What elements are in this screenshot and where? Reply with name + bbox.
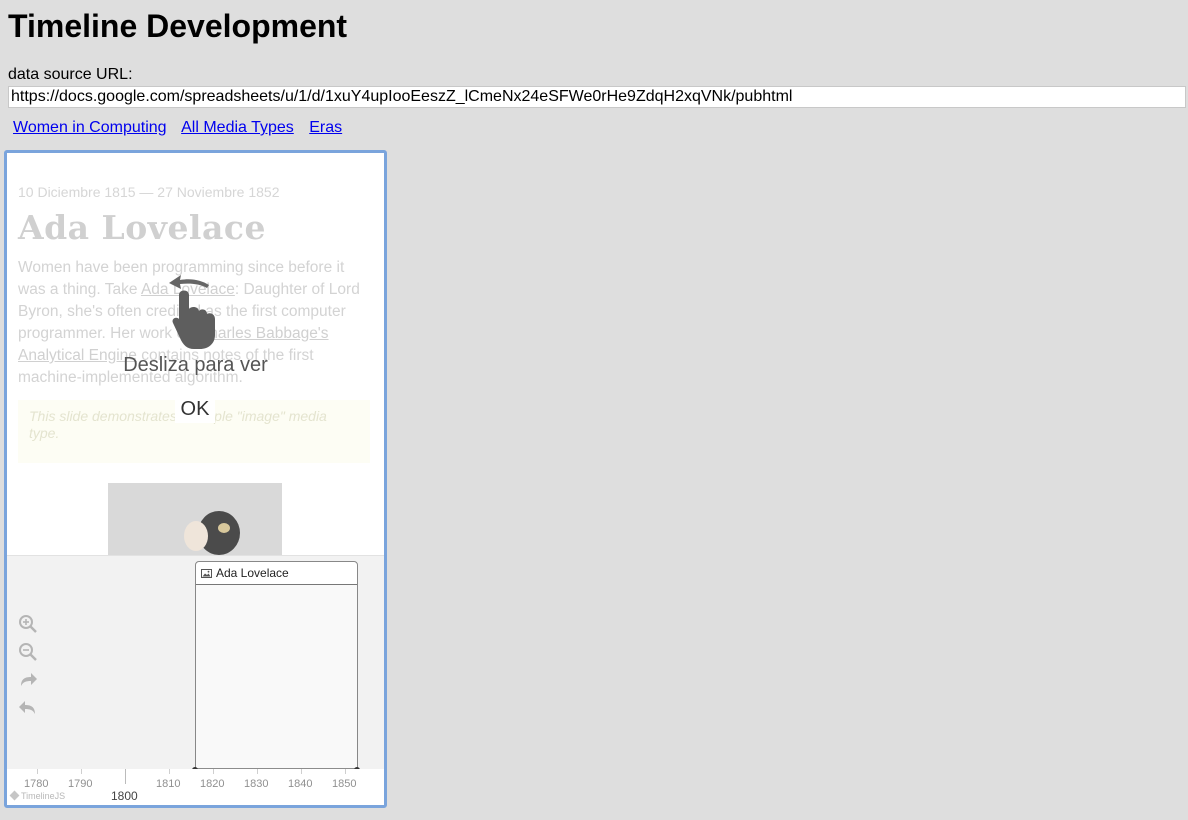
event-marker-title: Ada Lovelace (216, 566, 289, 580)
tick-label-1820: 1820 (200, 778, 225, 790)
major-tick-label-1800: 1800 (111, 789, 138, 803)
tick-label-1840: 1840 (288, 778, 313, 790)
swipe-hint-overlay: Desliza para ver OK (7, 153, 384, 555)
timelinejs-logo[interactable]: TimelineJS (9, 790, 66, 801)
swipe-hint-message: Desliza para ver (123, 354, 268, 376)
tick-mark (81, 769, 82, 774)
tick-mark (169, 769, 170, 774)
link-eras[interactable]: Eras (309, 119, 342, 136)
timelinejs-diamond-icon (9, 790, 20, 801)
time-axis: 1780 1790 1810 1820 1830 1840 1850 1800 … (7, 769, 384, 805)
redo-icon[interactable] (18, 669, 38, 689)
ok-button[interactable]: OK (175, 395, 215, 423)
tick-label-1830: 1830 (244, 778, 269, 790)
major-tick-mark (125, 769, 126, 784)
swipe-hand-icon (169, 275, 215, 349)
tick-label-1850: 1850 (332, 778, 357, 790)
zoom-out-icon[interactable] (18, 642, 38, 662)
tick-mark (301, 769, 302, 774)
data-source-url-input[interactable] (8, 86, 1186, 108)
tick-mark (257, 769, 258, 774)
timeline-navigation[interactable]: Ada Lovelace (7, 555, 384, 773)
timeline-links: Women in Computing All Media Types Eras (13, 118, 353, 138)
tick-label-1780: 1780 (24, 778, 49, 790)
timeline-embed[interactable]: 10 Diciembre 1815 — 27 Noviembre 1852 Ad… (4, 150, 387, 808)
link-women-in-computing[interactable]: Women in Computing (13, 119, 167, 136)
tick-label-1790: 1790 (68, 778, 93, 790)
page-title: Timeline Development (8, 8, 348, 44)
url-label: data source URL: (8, 66, 133, 83)
event-marker-ada-lovelace[interactable]: Ada Lovelace (195, 561, 358, 769)
slide: 10 Diciembre 1815 — 27 Noviembre 1852 Ad… (7, 153, 384, 555)
zoom-in-icon[interactable] (18, 614, 38, 634)
image-media-icon (201, 569, 212, 579)
tick-mark (213, 769, 214, 774)
tick-mark (345, 769, 346, 774)
link-all-media-types[interactable]: All Media Types (181, 119, 294, 136)
event-marker-header: Ada Lovelace (196, 562, 357, 585)
tick-label-1810: 1810 (156, 778, 181, 790)
tick-mark (37, 769, 38, 774)
timelinejs-logo-text: TimelineJS (21, 791, 66, 801)
undo-icon[interactable] (18, 697, 38, 717)
